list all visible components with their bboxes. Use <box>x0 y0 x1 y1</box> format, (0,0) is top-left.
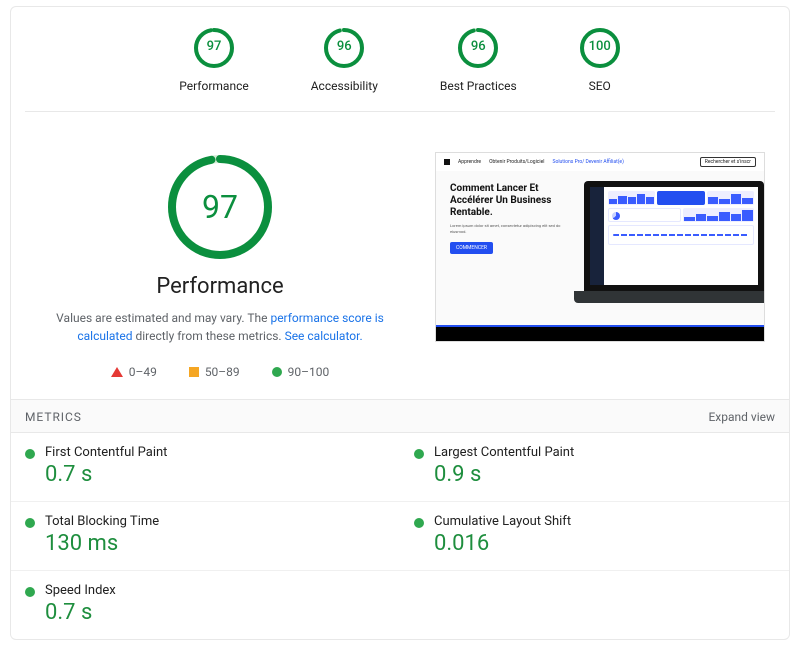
metric-value: 0.7 s <box>45 600 386 625</box>
preview-footer-strip <box>436 325 764 341</box>
status-dot-icon <box>25 587 35 597</box>
desc-text: Values are estimated and may vary. The <box>56 311 270 325</box>
metrics-grid: First Contentful Paint 0.7 s Largest Con… <box>11 433 789 639</box>
legend-bad: 0–49 <box>111 365 157 379</box>
metric-tbt[interactable]: Total Blocking Time 130 ms <box>11 502 400 571</box>
lighthouse-report-card: 97 Performance 96 Accessibility 96 <box>10 6 790 640</box>
legend-range: 0–49 <box>129 365 157 379</box>
metric-value: 0.016 <box>434 531 775 556</box>
metric-value: 0.9 s <box>434 462 775 487</box>
legend-range: 50–89 <box>205 365 240 379</box>
status-dot-icon <box>25 518 35 528</box>
legend-range: 90–100 <box>288 365 330 379</box>
gauge-score: 97 <box>193 39 235 54</box>
nav-cta: Rechercher et s'inscr <box>700 157 756 167</box>
gauge-label: Best Practices <box>440 79 517 93</box>
hero-subtext: Lorem ipsum dolor sit amet, consectetur … <box>450 223 570 234</box>
status-dot-icon <box>25 449 35 459</box>
status-dot-icon <box>414 518 424 528</box>
metrics-header: METRICS Expand view <box>11 399 789 433</box>
gauge-ring-icon: 100 <box>579 27 621 69</box>
metric-speed-index[interactable]: Speed Index 0.7 s <box>11 571 400 639</box>
metric-value: 0.7 s <box>45 462 386 487</box>
score-legend: 0–49 50–89 90–100 <box>35 365 405 379</box>
nav-link: Solutions Pro/ Devenir Affiliat(e) <box>553 159 624 165</box>
gauge-ring-icon: 96 <box>457 27 499 69</box>
gauge-score: 96 <box>457 39 499 54</box>
legend-good: 90–100 <box>272 365 330 379</box>
metric-label: First Contentful Paint <box>45 445 386 460</box>
score-description: Values are estimated and may vary. The p… <box>40 309 400 345</box>
gauge-seo[interactable]: 100 SEO <box>579 27 621 93</box>
nav-link: Apprendre <box>458 159 481 165</box>
circle-green-icon <box>272 367 282 377</box>
desc-text: directly from these metrics. <box>132 329 284 343</box>
triangle-red-icon <box>111 367 123 377</box>
metrics-title: METRICS <box>25 410 82 424</box>
metric-label: Speed Index <box>45 583 386 598</box>
big-gauge-ring-icon: 97 <box>165 152 275 262</box>
category-gauges-row: 97 Performance 96 Accessibility 96 <box>25 27 775 112</box>
gauge-label: SEO <box>579 79 621 93</box>
performance-summary: 97 Performance Values are estimated and … <box>35 152 405 379</box>
big-gauge-score: 97 <box>165 152 275 262</box>
nav-link: Obtenir Produits/Logiciel <box>489 159 544 165</box>
metric-fcp[interactable]: First Contentful Paint 0.7 s <box>11 433 400 502</box>
gauge-label: Accessibility <box>311 79 378 93</box>
page-screenshot-preview: Apprendre Obtenir Produits/Logiciel Solu… <box>435 152 765 342</box>
metric-lcp[interactable]: Largest Contentful Paint 0.9 s <box>400 433 789 502</box>
hero-headline: Comment Lancer Et Accélérer Un Business … <box>450 183 570 219</box>
gauge-performance[interactable]: 97 Performance <box>179 27 248 93</box>
metric-label: Largest Contentful Paint <box>434 445 775 460</box>
metric-label: Cumulative Layout Shift <box>434 514 775 529</box>
gauge-accessibility[interactable]: 96 Accessibility <box>311 27 378 93</box>
gauge-best-practices[interactable]: 96 Best Practices <box>440 27 517 93</box>
metric-value: 130 ms <box>45 531 386 556</box>
category-title: Performance <box>35 274 405 299</box>
performance-summary-row: 97 Performance Values are estimated and … <box>11 112 789 399</box>
logo-icon <box>444 159 450 165</box>
metric-cls[interactable]: Cumulative Layout Shift 0.016 <box>400 502 789 571</box>
gauge-label: Performance <box>179 79 248 93</box>
hero-button: COMMENCER <box>450 242 493 254</box>
laptop-illustration-icon <box>574 181 765 311</box>
legend-mid: 50–89 <box>189 365 240 379</box>
gauge-ring-icon: 96 <box>323 27 365 69</box>
gauge-ring-icon: 97 <box>193 27 235 69</box>
gauge-score: 100 <box>579 39 621 54</box>
see-calculator-link[interactable]: See calculator. <box>285 329 363 343</box>
gauge-score: 96 <box>323 39 365 54</box>
metric-label: Total Blocking Time <box>45 514 386 529</box>
preview-navbar: Apprendre Obtenir Produits/Logiciel Solu… <box>436 153 764 171</box>
expand-view-link[interactable]: Expand view <box>708 410 775 424</box>
status-dot-icon <box>414 449 424 459</box>
square-orange-icon <box>189 367 199 377</box>
